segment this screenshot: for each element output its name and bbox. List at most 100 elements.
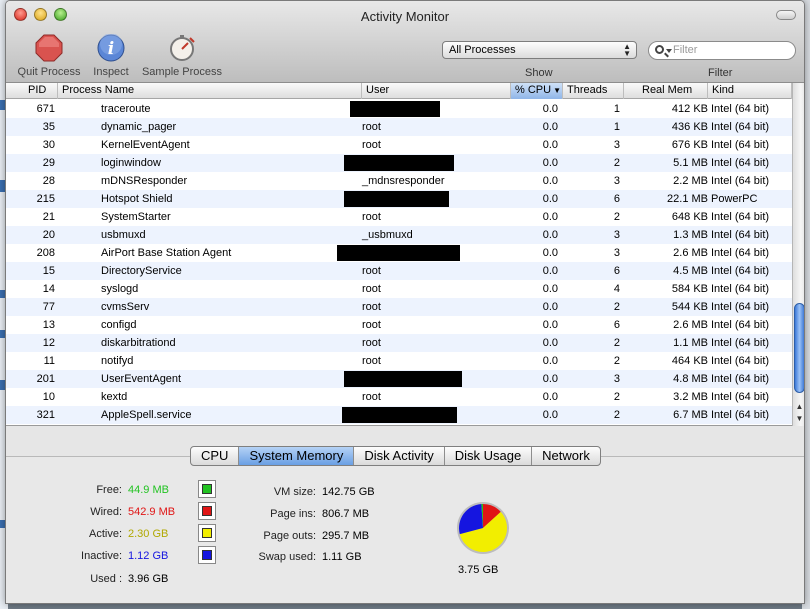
table-row[interactable]: 12 diskarbitrationd root 0.0 2 1.1 MB Intel (6… (6, 334, 792, 352)
table-row[interactable]: 21 SystemStarter root 0.0 2 648 KB Intel (64 b… (6, 208, 792, 226)
column-header-pid[interactable]: PID (6, 83, 58, 99)
cell-process-name: syslogd (101, 283, 139, 295)
inactive-color-swatch[interactable] (198, 546, 216, 564)
cell-pid: 201 (36, 373, 55, 385)
table-row[interactable]: 29 loginwindow 0.0 2 5.1 MB Intel (64 bit) (6, 154, 792, 172)
cell-real-mem: 2.6 MB (673, 247, 708, 259)
cell-process-name: SystemStarter (101, 211, 171, 223)
cell-threads: 3 (613, 373, 620, 385)
table-row[interactable]: 20 usbmuxd _usbmuxd 0.0 3 1.3 MB Intel (64 bit… (6, 226, 792, 244)
inspect-button[interactable]: i Inspect (88, 33, 134, 78)
cell-threads: 2 (613, 337, 620, 349)
table-row[interactable]: 30 KernelEventAgent root 0.0 3 676 KB Intel (6… (6, 136, 792, 154)
stat-swap-used-label: Swap used: (258, 551, 316, 563)
table-row[interactable]: 28 mDNSResponder _mdnsresponder 0.0 3 2.2 MB I… (6, 172, 792, 190)
cell-real-mem: 1.1 MB (673, 337, 708, 349)
stat-page-outs-label: Page outs: (263, 530, 316, 542)
quit-process-button[interactable]: Quit Process (14, 34, 84, 78)
column-header-real-mem[interactable]: Real Mem (624, 83, 708, 99)
cell-pid: 671 (36, 103, 55, 115)
cell-pid: 21 (42, 211, 55, 223)
cell-threads: 2 (613, 355, 620, 367)
cell-user (344, 190, 507, 208)
scroll-down-arrow-icon[interactable]: ▼ (793, 413, 804, 425)
table-row[interactable]: 15 DirectoryService root 0.0 6 4.5 MB Intel (6… (6, 262, 792, 280)
table-row[interactable]: 215 Hotspot Shield 0.0 6 22.1 MB PowerPC (6, 190, 792, 208)
column-header-cpu[interactable]: % CPU ▼ (511, 83, 563, 99)
table-row[interactable]: 671 traceroute 0.0 1 412 KB Intel (64 bit) (6, 100, 792, 118)
active-color-swatch[interactable] (198, 524, 216, 542)
stat-wired: Wired: 542.9 MB (90, 504, 175, 520)
cell-user: root (362, 211, 381, 223)
cell-pid: 215 (36, 193, 55, 205)
cell-cpu: 0.0 (542, 211, 558, 223)
table-row[interactable]: 201 UserEventAgent 0.0 3 4.8 MB Intel (64 bit… (6, 370, 792, 388)
cell-threads: 2 (613, 391, 620, 403)
cell-user: root (362, 121, 381, 133)
cell-process-name: configd (101, 319, 137, 331)
table-row[interactable]: 14 syslogd root 0.0 4 584 KB Intel (64 bit) (6, 280, 792, 298)
free-color-swatch[interactable] (198, 480, 216, 498)
table-row[interactable]: 11 notifyd root 0.0 2 464 KB Intel (64 bit) (6, 352, 792, 370)
cell-threads: 3 (613, 139, 620, 151)
cell-real-mem: 412 KB (671, 103, 708, 115)
table-row[interactable]: 35 dynamic_pager root 0.0 1 436 KB Intel (64 b… (6, 118, 792, 136)
column-header-process-name[interactable]: Process Name (58, 83, 362, 99)
stat-swap-used-value: 1.11 GB (322, 551, 362, 563)
stat-used-label: Used : (90, 573, 122, 585)
filter-label: Filter (708, 67, 733, 79)
cell-cpu: 0.0 (542, 139, 558, 151)
redacted-user-block (344, 371, 462, 387)
cell-kind: Intel (64 bit) (711, 211, 770, 223)
cell-real-mem: 648 KB (671, 211, 708, 223)
tab-disk-activity[interactable]: Disk Activity (354, 447, 445, 465)
cell-user: root (362, 301, 381, 313)
cell-threads: 1 (613, 103, 620, 115)
cell-real-mem: 464 KB (671, 355, 708, 367)
cell-threads: 2 (613, 157, 620, 169)
cell-user: root (362, 265, 381, 277)
cell-process-name: AppleSpell.service (101, 409, 192, 421)
table-row[interactable]: 208 AirPort Base Station Agent 0.0 3 2.6 MB I… (6, 244, 792, 262)
filter-search-field[interactable]: Filter (648, 41, 796, 60)
tab-disk-usage[interactable]: Disk Usage (445, 447, 533, 465)
cell-process-name: mDNSResponder (101, 175, 188, 187)
sample-process-button[interactable]: Sample Process (138, 34, 226, 78)
cell-real-mem: 436 KB (671, 121, 708, 133)
cell-cpu: 0.0 (542, 391, 558, 403)
table-row[interactable]: 321 AppleSpell.service 0.0 2 6.7 MB Intel (64… (6, 406, 792, 424)
redacted-user-block (350, 101, 440, 117)
cell-process-name: cvmsServ (101, 301, 150, 313)
cell-cpu: 0.0 (542, 283, 558, 295)
cell-kind: Intel (64 bit) (711, 283, 770, 295)
stat-swap-used: Swap used: 1.11 GB (259, 549, 362, 565)
column-header-user[interactable]: User (362, 83, 511, 99)
tab-network[interactable]: Network (532, 447, 600, 465)
column-header-kind[interactable]: Kind (708, 83, 792, 99)
tab-system-memory[interactable]: System Memory (239, 447, 355, 465)
cell-threads: 6 (613, 265, 620, 277)
scroll-up-arrow-icon[interactable]: ▲ (793, 401, 804, 413)
table-row[interactable]: 10 kextd root 0.0 2 3.2 MB Intel (64 bit) (6, 388, 792, 406)
column-header-threads[interactable]: Threads (563, 83, 624, 99)
wired-color-swatch[interactable] (198, 502, 216, 520)
cell-pid: 29 (42, 157, 55, 169)
cell-threads: 6 (613, 193, 620, 205)
cell-threads: 3 (613, 247, 620, 259)
process-filter-select[interactable]: All Processes ▲ ▼ (442, 41, 637, 59)
stat-free: Free: 44.9 MB (96, 482, 169, 498)
cell-user (344, 154, 507, 172)
table-row[interactable]: 77 cvmsServ root 0.0 2 544 KB Intel (64 bit) (6, 298, 792, 316)
table-row[interactable]: 13 configd root 0.0 6 2.6 MB Intel (64 bit) (6, 316, 792, 334)
cell-kind: Intel (64 bit) (711, 139, 770, 151)
stat-vm-size: VM size: 142.75 GB (274, 484, 375, 500)
vertical-scrollbar[interactable]: ▲ ▼ (792, 83, 804, 426)
toolbar-toggle-button[interactable] (776, 10, 796, 20)
cell-real-mem: 584 KB (671, 283, 708, 295)
cell-pid: 10 (42, 391, 55, 403)
stat-active: Active: 2.30 GB (89, 526, 168, 542)
cell-threads: 3 (613, 229, 620, 241)
scrollbar-thumb[interactable] (794, 303, 804, 393)
tab-cpu[interactable]: CPU (191, 447, 240, 465)
cell-threads: 6 (613, 319, 620, 331)
